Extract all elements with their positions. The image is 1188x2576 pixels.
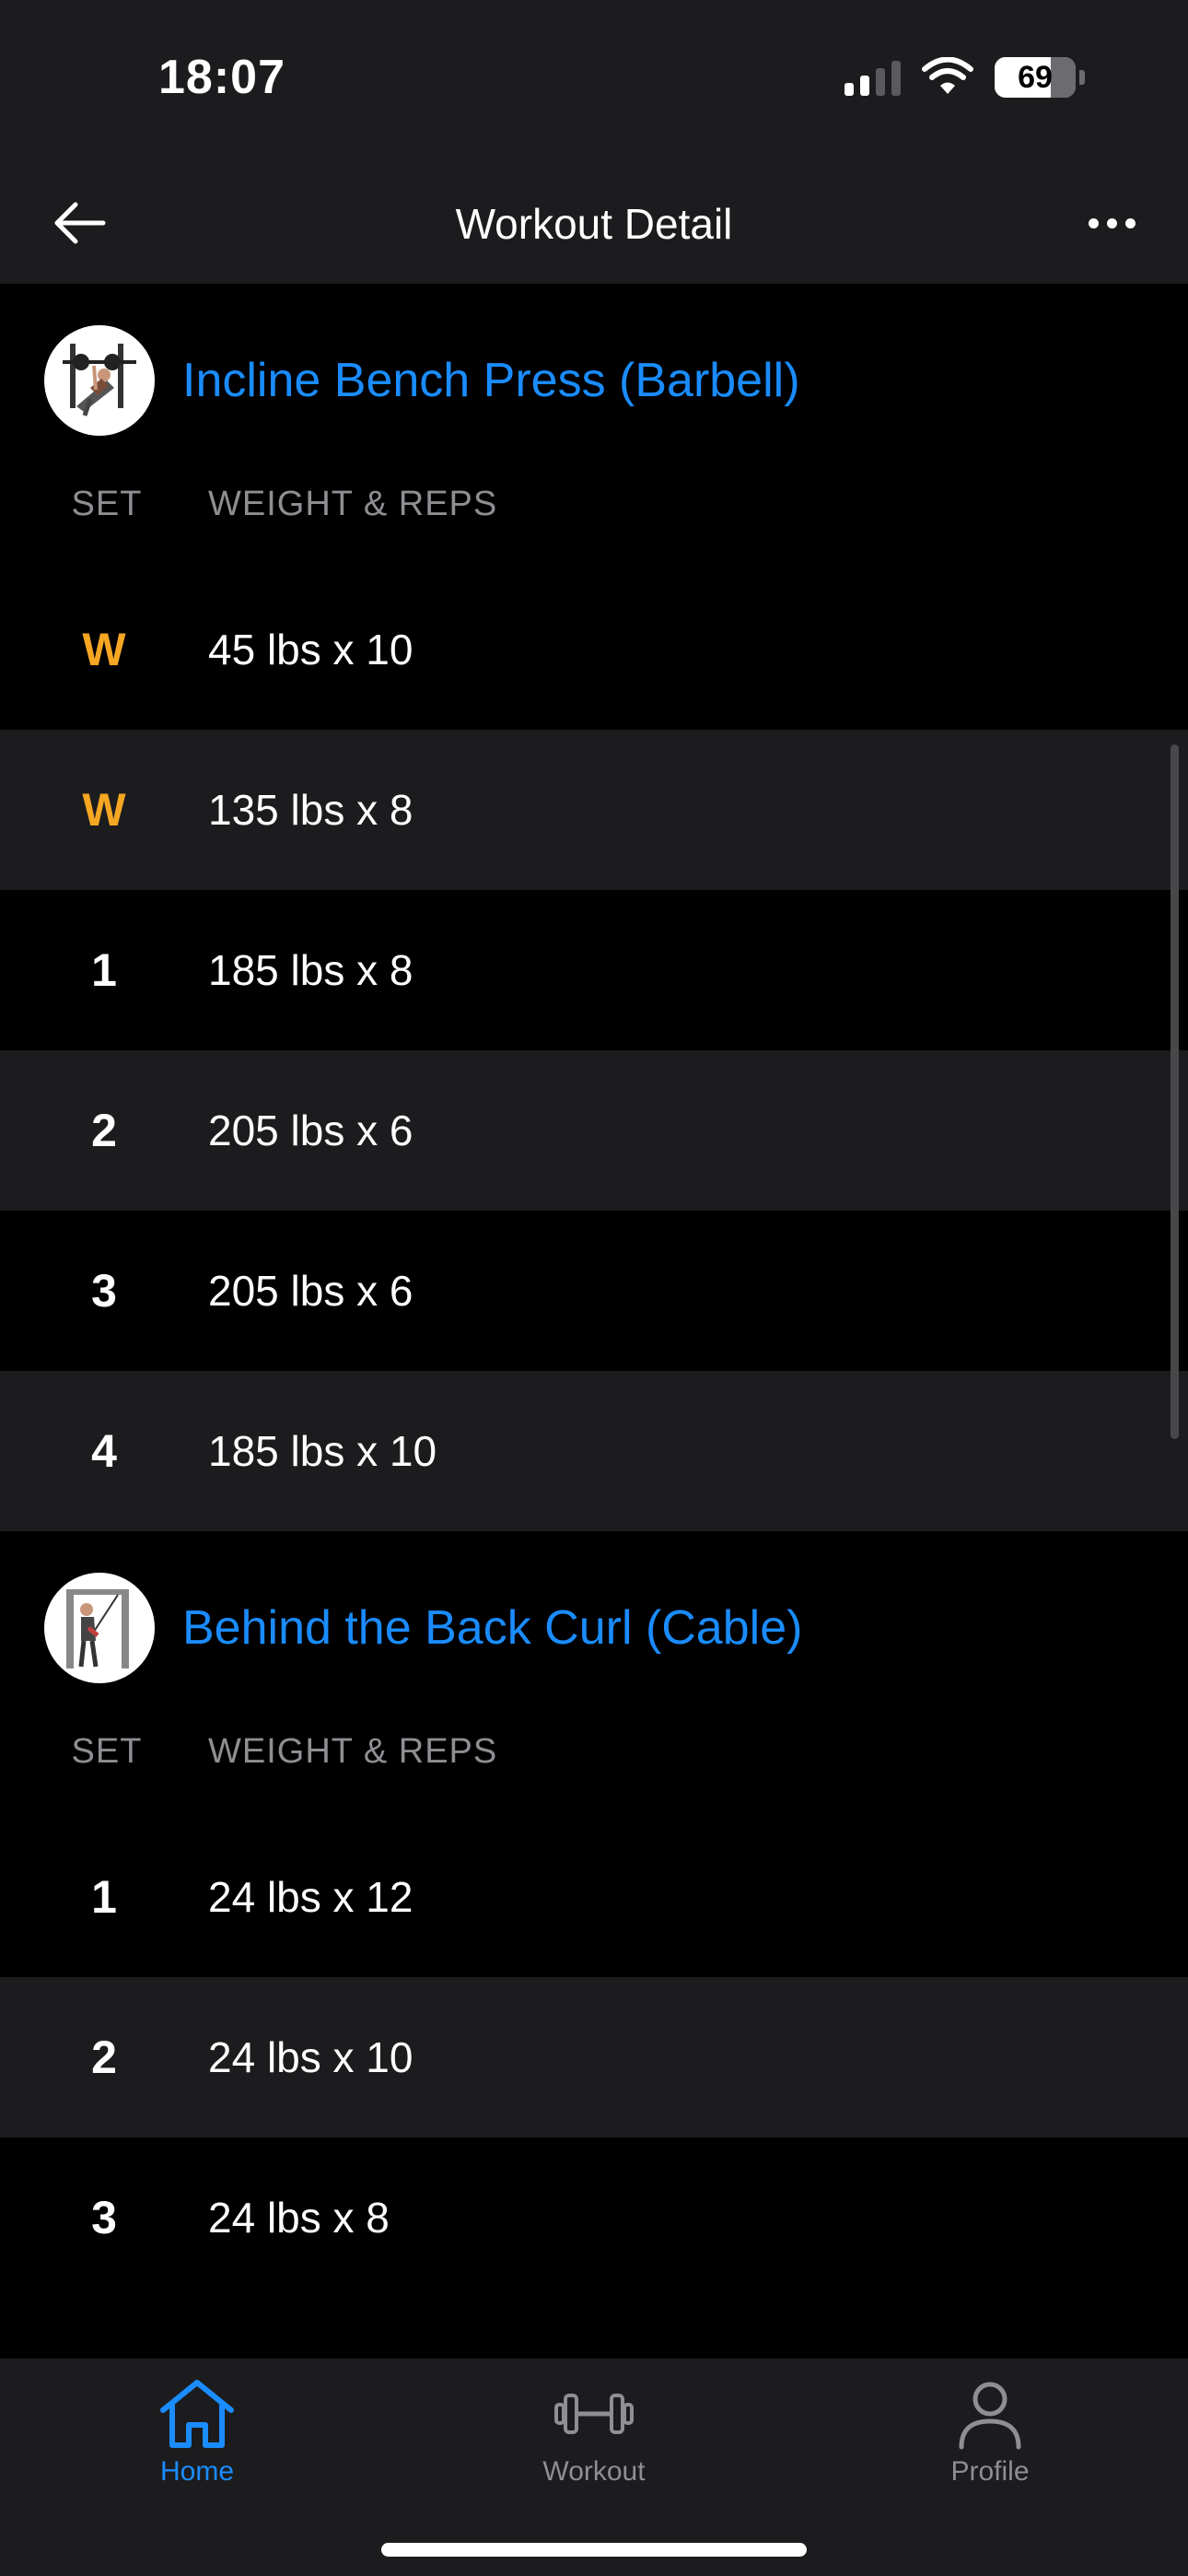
set-row: 3 24 lbs x 8 — [0, 2137, 1188, 2298]
set-row: 1 185 lbs x 8 — [0, 890, 1188, 1050]
cellular-signal-icon — [844, 59, 901, 96]
set-weight-reps: 24 lbs x 12 — [208, 1873, 413, 1921]
set-weight-reps: 205 lbs x 6 — [208, 1107, 413, 1154]
weight-reps-column-label: WEIGHT & REPS — [208, 1732, 498, 1771]
battery-nub — [1079, 70, 1085, 85]
set-row: 4 185 lbs x 10 — [0, 1371, 1188, 1531]
more-dot — [1088, 217, 1099, 228]
status-time: 18:07 — [158, 51, 285, 104]
bench-press-icon — [63, 344, 136, 416]
set-weight-reps: 24 lbs x 8 — [208, 2194, 390, 2242]
dumbbell-icon — [554, 2394, 634, 2434]
navigation-bar: Workout Detail — [0, 175, 1188, 275]
home-icon — [160, 2380, 234, 2448]
set-number: W — [82, 784, 126, 836]
workout-detail-screen: 18:07 69 Workout Detail Incline Bench Pr… — [0, 0, 1188, 2576]
tab-home[interactable]: Home — [105, 2377, 289, 2488]
exercise-thumbnail[interactable] — [44, 325, 155, 436]
set-number: 3 — [91, 2192, 117, 2243]
set-row: 2 24 lbs x 10 — [0, 1977, 1188, 2137]
cable-curl-icon — [66, 1589, 129, 1669]
status-icons: 69 — [844, 57, 1085, 98]
page-title: Workout Detail — [455, 200, 733, 248]
more-options-button[interactable] — [1072, 188, 1151, 258]
set-weight-reps: 205 lbs x 6 — [208, 1267, 413, 1315]
sets-column-header: SET WEIGHT & REPS — [0, 1725, 1188, 1817]
scrollbar[interactable] — [1171, 744, 1179, 1439]
battery-icon: 69 — [995, 57, 1076, 98]
set-number: 4 — [91, 1425, 117, 1477]
set-column-label: SET — [71, 485, 143, 523]
exercise-header[interactable]: Behind the Back Curl (Cable) — [0, 1531, 1188, 1725]
set-weight-reps: 185 lbs x 8 — [208, 946, 413, 994]
set-number: 2 — [91, 2032, 117, 2083]
set-row: W 45 lbs x 10 — [0, 569, 1188, 730]
exercise-name[interactable]: Behind the Back Curl (Cable) — [182, 1600, 802, 1656]
set-number: 1 — [91, 944, 117, 996]
exercise-name[interactable]: Incline Bench Press (Barbell) — [182, 353, 800, 408]
weight-reps-column-label: WEIGHT & REPS — [208, 485, 498, 523]
battery-level-text: 69 — [1018, 59, 1053, 95]
top-bar: 18:07 69 Workout Detail — [0, 0, 1188, 284]
sets-column-header: SET WEIGHT & REPS — [0, 477, 1188, 569]
set-row: 1 24 lbs x 12 — [0, 1817, 1188, 1977]
set-number: W — [82, 624, 126, 675]
tab-label: Workout — [542, 2456, 646, 2487]
exercise-header[interactable]: Incline Bench Press (Barbell) — [0, 284, 1188, 477]
set-row: 2 205 lbs x 6 — [0, 1050, 1188, 1211]
set-column-label: SET — [71, 1732, 143, 1771]
tab-workout[interactable]: Workout — [502, 2377, 686, 2488]
wifi-icon — [922, 57, 973, 94]
set-weight-reps: 185 lbs x 10 — [208, 1427, 437, 1475]
exercise-thumbnail[interactable] — [44, 1573, 155, 1683]
set-number: 1 — [91, 1871, 117, 1923]
set-weight-reps: 135 lbs x 8 — [208, 786, 413, 834]
workout-content[interactable]: Incline Bench Press (Barbell) SET WEIGHT… — [0, 284, 1188, 2359]
set-row: 3 205 lbs x 6 — [0, 1211, 1188, 1371]
set-weight-reps: 45 lbs x 10 — [208, 626, 413, 673]
exercise-behind-the-back-curl: Behind the Back Curl (Cable) SET WEIGHT … — [0, 1531, 1188, 2298]
person-icon — [959, 2382, 1021, 2450]
tab-profile[interactable]: Profile — [898, 2377, 1082, 2488]
exercise-incline-bench-press: Incline Bench Press (Barbell) SET WEIGHT… — [0, 284, 1188, 1531]
set-number: 3 — [91, 1265, 117, 1317]
more-dot — [1124, 217, 1136, 228]
tab-label: Home — [159, 2456, 235, 2487]
home-indicator — [381, 2543, 807, 2557]
set-weight-reps: 24 lbs x 10 — [208, 2033, 413, 2081]
set-number: 2 — [91, 1105, 117, 1156]
tab-label: Profile — [950, 2456, 1030, 2487]
set-row: W 135 lbs x 8 — [0, 730, 1188, 890]
more-dot — [1106, 217, 1117, 228]
